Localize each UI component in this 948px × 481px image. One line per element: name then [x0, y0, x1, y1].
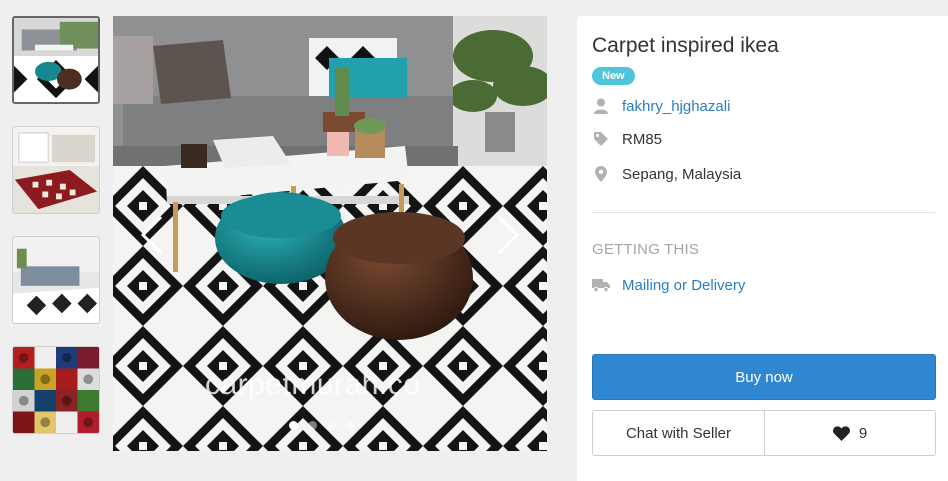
thumbnail-3-image [13, 237, 99, 323]
secondary-actions: Chat with Seller 9 [592, 410, 936, 456]
price-value: RM85 [622, 130, 663, 148]
main-product-image[interactable]: carpetmurah.co [113, 16, 547, 451]
thumbnail-3[interactable] [12, 236, 100, 324]
condition-badge: New [592, 67, 635, 85]
location-row: Sepang, Malaysia [592, 164, 741, 184]
price-tag-icon [592, 130, 610, 148]
seller-username-link[interactable]: fakhry_hjghazali [622, 98, 730, 115]
slide-dot-4[interactable] [346, 421, 355, 430]
delivery-method-link[interactable]: Mailing or Delivery [622, 277, 745, 294]
thumbnail-2[interactable] [12, 126, 100, 214]
location-value: Sepang, Malaysia [622, 165, 742, 183]
section-divider [592, 212, 935, 213]
chat-with-seller-button[interactable]: Chat with Seller [593, 411, 765, 455]
like-count: 9 [858, 424, 868, 442]
truck-icon [592, 276, 610, 294]
like-button[interactable]: 9 [765, 411, 935, 455]
delivery-row: Mailing or Delivery [592, 275, 745, 295]
buy-now-button[interactable]: Buy now [592, 354, 936, 400]
getting-this-heading: GETTING THIS [592, 241, 700, 258]
thumbnail-4[interactable] [12, 346, 100, 434]
listing-details-panel: Carpet inspired ikea New fakhry_hjghazal… [577, 16, 948, 481]
slide-dot-1[interactable] [289, 421, 298, 430]
thumbnail-4-image [13, 347, 99, 433]
thumbnail-1-image [14, 18, 98, 102]
listing-title: Carpet inspired ikea [592, 34, 779, 57]
slide-dot-2[interactable] [308, 421, 317, 430]
heart-icon [832, 425, 850, 441]
previous-image-chevron-left-icon[interactable] [137, 211, 167, 259]
thumbnail-1[interactable] [12, 16, 100, 104]
thumbnail-2-image [13, 127, 99, 213]
location-pin-icon [592, 165, 610, 183]
price-row: RM85 [592, 129, 662, 149]
user-icon [592, 97, 610, 115]
slide-indicator [289, 421, 355, 430]
image-watermark: carpetmurah.co [205, 368, 421, 401]
next-image-chevron-right-icon[interactable] [493, 211, 523, 259]
slide-dot-3[interactable] [327, 421, 336, 430]
seller-row: fakhry_hjghazali [592, 96, 730, 116]
